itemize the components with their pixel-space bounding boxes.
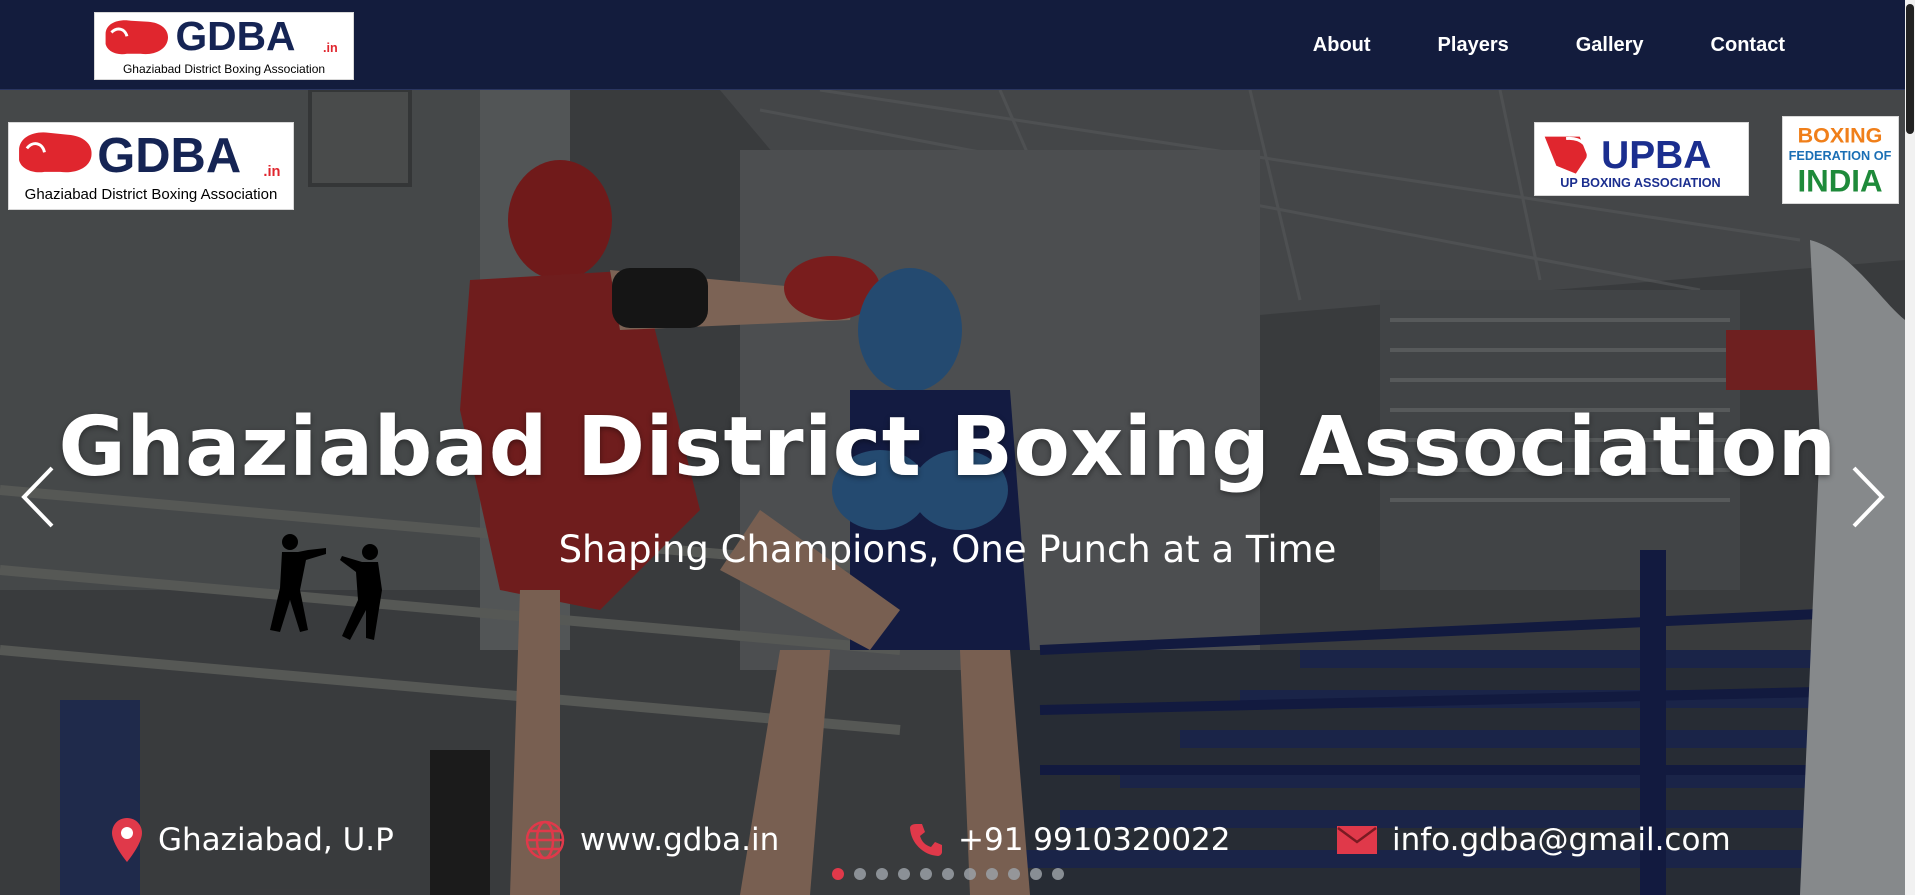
carousel-dot-9[interactable] xyxy=(1008,868,1020,880)
carousel-dot-10[interactable] xyxy=(1030,868,1042,880)
contact-email-text[interactable]: info.gdba@gmail.com xyxy=(1392,822,1731,858)
carousel-dot-1[interactable] xyxy=(832,868,844,880)
hero-logo-caption: Ghaziabad District Boxing Association xyxy=(24,186,278,203)
contact-location: Ghaziabad, U.P xyxy=(110,812,394,868)
contact-location-text: Ghaziabad, U.P xyxy=(158,822,394,858)
nav-link-players[interactable]: Players xyxy=(1438,34,1509,57)
carousel-dot-5[interactable] xyxy=(920,868,932,880)
contact-phone[interactable]: +91 9910320022 xyxy=(908,812,1231,868)
top-navbar: GDBA .in Ghaziabad District Boxing Assoc… xyxy=(0,0,1905,90)
hero-subtitle: Shaping Champions, One Punch at a Time xyxy=(558,528,1337,571)
carousel-dot-2[interactable] xyxy=(854,868,866,880)
scrollbar-thumb[interactable] xyxy=(1906,4,1914,134)
upba-caption: UP BOXING ASSOCIATION xyxy=(1560,176,1720,190)
carousel-next-arrow-icon[interactable] xyxy=(1846,462,1890,532)
logo-suffix: .in xyxy=(323,41,338,55)
bfi-line1: BOXING xyxy=(1798,123,1883,147)
contact-website-text[interactable]: www.gdba.in xyxy=(580,822,779,858)
mail-icon xyxy=(1337,826,1377,854)
page-scrollbar[interactable] xyxy=(1905,0,1915,895)
bfi-line2: FEDERATION OF xyxy=(1789,149,1892,163)
hero-carousel: GDBA .in Ghaziabad District Boxing Assoc… xyxy=(0,90,1905,895)
contact-phone-text[interactable]: +91 9910320022 xyxy=(958,822,1231,858)
nav-link-about[interactable]: About xyxy=(1313,34,1371,57)
map-pin-icon xyxy=(112,818,142,862)
logo-wordmark: GDBA xyxy=(175,13,295,59)
carousel-dot-6[interactable] xyxy=(942,868,954,880)
globe-icon xyxy=(525,820,565,860)
hero-title: Ghaziabad District Boxing Association xyxy=(58,400,1837,495)
nav-link-gallery[interactable]: Gallery xyxy=(1576,34,1644,57)
phone-icon xyxy=(910,824,942,856)
nav-link-contact[interactable]: Contact xyxy=(1711,34,1785,57)
hero-gdba-logo: GDBA .in Ghaziabad District Boxing Assoc… xyxy=(8,122,294,210)
carousel-dot-8[interactable] xyxy=(986,868,998,880)
bfi-logo: BOXING FEDERATION OF INDIA xyxy=(1782,116,1899,204)
hero-logo-suffix: .in xyxy=(263,164,280,180)
carousel-dot-4[interactable] xyxy=(898,868,910,880)
contact-email[interactable]: info.gdba@gmail.com xyxy=(1336,812,1731,868)
upba-logo: UPBA UP BOXING ASSOCIATION xyxy=(1534,122,1749,196)
main-nav: About Players Gallery Contact xyxy=(1313,0,1785,90)
hero-logo-wordmark: GDBA xyxy=(97,129,241,183)
carousel-indicators xyxy=(832,868,1064,880)
carousel-dot-11[interactable] xyxy=(1052,868,1064,880)
carousel-prev-arrow-icon[interactable] xyxy=(16,462,60,532)
gdba-logo[interactable]: GDBA .in Ghaziabad District Boxing Assoc… xyxy=(94,12,354,80)
contact-website[interactable]: www.gdba.in xyxy=(524,812,779,868)
bfi-line3: INDIA xyxy=(1797,163,1882,198)
logo-caption: Ghaziabad District Boxing Association xyxy=(122,62,326,76)
carousel-dot-3[interactable] xyxy=(876,868,888,880)
upba-wordmark: UPBA xyxy=(1601,134,1711,177)
carousel-dot-7[interactable] xyxy=(964,868,976,880)
